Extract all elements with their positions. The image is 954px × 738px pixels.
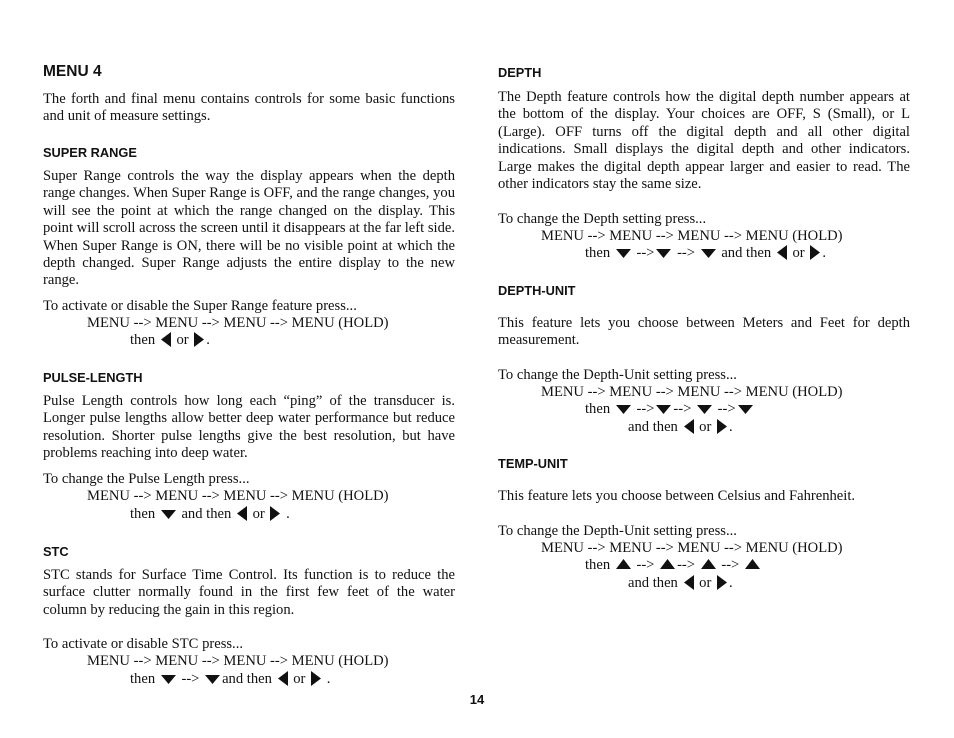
stc-sequence: MENU --> MENU --> MENU --> MENU (HOLD) [87, 653, 389, 669]
down-arrow-icon [615, 248, 631, 258]
temp-unit-keys-line2: and then or . [628, 575, 733, 592]
depth-keys: then --> --> and then or . [585, 245, 826, 262]
period-text: . [729, 419, 733, 435]
and-then-text: and then [721, 245, 772, 261]
left-arrow-icon [683, 575, 694, 591]
down-arrow-icon [205, 674, 221, 684]
arrow-separator: --> [717, 401, 736, 417]
left-arrow-icon [277, 671, 288, 687]
pulse-length-keys: then and then or . [130, 506, 290, 523]
arrow-separator: --> [181, 671, 200, 687]
period-text: . [729, 575, 733, 591]
right-arrow-icon [194, 332, 205, 348]
stc-keys: then --> and then or . [130, 671, 330, 688]
up-arrow-icon [615, 559, 631, 570]
stc-instruction: To activate or disable STC press... [43, 636, 244, 652]
depth-unit-heading: DEPTH-UNIT [498, 283, 576, 298]
down-arrow-icon [656, 404, 672, 414]
down-arrow-icon [697, 404, 713, 414]
super-range-body: Super Range controls the way the display… [43, 168, 455, 289]
right-arrow-icon [717, 575, 727, 591]
temp-unit-keys-line1: then --> --> --> [585, 557, 762, 574]
or-text: or [699, 419, 712, 435]
stc-heading: STC [43, 544, 69, 559]
then-text: then [130, 506, 156, 522]
page-number: 14 [469, 692, 485, 707]
pulse-length-body: Pulse Length controls how long each “pin… [43, 393, 455, 462]
then-text: then [585, 245, 611, 261]
and-then-text: and then [628, 419, 678, 435]
right-arrow-icon [270, 506, 281, 522]
depth-instruction: To change the Depth setting press... [498, 211, 707, 227]
down-arrow-icon [700, 248, 716, 258]
arrow-separator: --> [721, 557, 740, 573]
arrow-separator: --> [636, 401, 655, 417]
depth-unit-keys-line2: and then or . [628, 419, 733, 436]
temp-unit-sequence: MENU --> MENU --> MENU --> MENU (HOLD) [541, 540, 843, 556]
then-text: then [585, 557, 611, 573]
temp-unit-instruction: To change the Depth-Unit setting press..… [498, 523, 737, 539]
down-arrow-icon [160, 674, 176, 684]
period-text: . [206, 332, 210, 348]
period-text: . [326, 671, 331, 687]
depth-unit-keys-line1: then --> --> --> [585, 401, 755, 418]
depth-unit-body: This feature lets you choose between Met… [498, 315, 910, 349]
then-text: then [130, 671, 156, 687]
or-text: or [792, 245, 805, 261]
depth-unit-sequence: MENU --> MENU --> MENU --> MENU (HOLD) [541, 384, 843, 400]
or-text: or [252, 506, 265, 522]
left-arrow-icon [160, 332, 171, 348]
depth-heading: DEPTH [498, 65, 542, 80]
then-text: then [130, 332, 156, 348]
super-range-sequence: MENU --> MENU --> MENU --> MENU (HOLD) [87, 315, 389, 331]
right-arrow-icon [311, 671, 322, 687]
down-arrow-icon [160, 509, 176, 519]
menu-intro: The forth and final menu contains contro… [43, 91, 455, 125]
pulse-length-heading: PULSE-LENGTH [43, 370, 143, 385]
period-text: . [822, 245, 826, 261]
depth-body: The Depth feature controls how the digit… [498, 89, 910, 193]
and-then-text: and then [181, 506, 232, 522]
up-arrow-icon [660, 559, 676, 570]
or-text: or [176, 332, 189, 348]
then-text: then [585, 401, 611, 417]
depth-unit-instruction: To change the Depth-Unit setting press..… [498, 367, 737, 383]
up-arrow-icon [744, 559, 760, 570]
or-text: or [293, 671, 306, 687]
super-range-heading: SUPER RANGE [43, 145, 137, 160]
arrow-separator: --> [636, 557, 655, 573]
pulse-length-sequence: MENU --> MENU --> MENU --> MENU (HOLD) [87, 488, 389, 504]
and-then-text: and then [628, 575, 678, 591]
arrow-separator: --> [677, 557, 696, 573]
super-range-instruction: To activate or disable the Super Range f… [43, 298, 357, 314]
pulse-length-instruction: To change the Pulse Length press... [43, 471, 250, 487]
temp-unit-body: This feature lets you choose between Cel… [498, 488, 856, 504]
right-arrow-icon [810, 245, 821, 261]
depth-sequence: MENU --> MENU --> MENU --> MENU (HOLD) [541, 228, 843, 244]
left-arrow-icon [236, 506, 247, 522]
down-arrow-icon [737, 404, 753, 414]
or-text: or [699, 575, 712, 591]
and-then-text: and then [222, 671, 272, 687]
arrow-separator: --> [673, 401, 692, 417]
period-text: . [286, 506, 290, 522]
left-arrow-icon [776, 245, 787, 261]
arrow-separator: --> [677, 245, 696, 261]
stc-body: STC stands for Surface Time Control. Its… [43, 567, 455, 618]
temp-unit-heading: TEMP-UNIT [498, 456, 568, 471]
arrow-separator: --> [636, 245, 655, 261]
down-arrow-icon [615, 404, 631, 414]
menu-title: MENU 4 [43, 63, 102, 80]
super-range-keys: then or . [130, 332, 210, 349]
up-arrow-icon [700, 559, 716, 570]
left-arrow-icon [683, 419, 694, 435]
down-arrow-icon [656, 248, 672, 258]
right-arrow-icon [717, 419, 727, 435]
